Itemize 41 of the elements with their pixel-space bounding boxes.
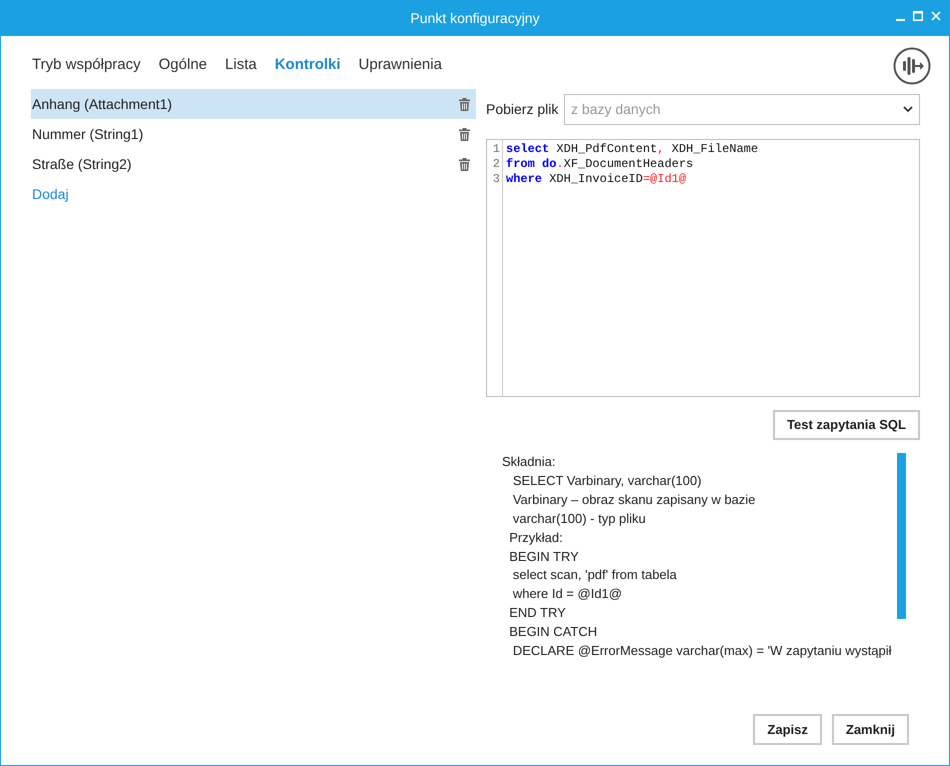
dialog-button[interactable]: Zamknij [832, 714, 909, 745]
help-text-line: SELECT Varbinary, varchar(100) [512, 472, 702, 490]
maximize-icon[interactable] [913, 11, 923, 21]
chevron-down-icon [903, 106, 913, 113]
help-text-line: select scan, 'pdf' from tabela [512, 566, 678, 584]
window-title: Punkt konfiguracyjny [410, 9, 540, 28]
help-text-line: where Id = @Id1@ [512, 585, 623, 604]
dialog-button[interactable]: Zapisz [753, 714, 822, 745]
tab[interactable]: Ogólne [158, 54, 208, 76]
item-label: Nummer (String1) [32, 124, 144, 144]
sql-editor[interactable]: 1 2 3 select XDH_PdfContent, XDH_FileName from do.XF_DocumentHeaders where XDH_InvoiceID=@Id1@ [486, 139, 920, 397]
help-text-line: Składnia: [502, 453, 556, 471]
export-icon[interactable] [893, 47, 931, 85]
trash-icon[interactable] [459, 98, 470, 110]
help-text-line: varchar(100) - typ pliku [512, 510, 647, 528]
test-sql-button[interactable]: Test zapytania SQL [773, 410, 920, 440]
line-number: 3 [492, 172, 500, 187]
item-label: Straße (String2) [32, 154, 132, 174]
field-label: Pobierz plik [486, 100, 560, 119]
tab[interactable]: Uprawnienia [358, 54, 442, 76]
item-label: Anhang (Attachment1) [32, 94, 172, 114]
line-number: 2 [492, 157, 500, 172]
trash-icon[interactable] [459, 158, 470, 170]
code-line: select XDH_PdfContent, XDH_FileName [506, 142, 758, 157]
scrollbar-thumb[interactable] [897, 453, 906, 619]
control-list-item[interactable]: Anhang (Attachment1) [31, 89, 476, 119]
close-icon[interactable] [931, 11, 941, 21]
help-text-line: Przykład: [508, 528, 564, 547]
tab[interactable]: Tryb współpracy [32, 54, 141, 76]
help-text-line: BEGIN TRY [508, 548, 580, 566]
tab[interactable]: Kontrolki [274, 54, 341, 76]
trash-icon[interactable] [459, 128, 470, 140]
help-text-line: BEGIN CATCH [508, 623, 598, 642]
code-line: where XDH_InvoiceID=@Id1@ [506, 172, 688, 187]
line-number: 1 [492, 142, 500, 157]
help-text-line: END TRY [508, 604, 567, 622]
add-link[interactable]: Dodaj [31, 179, 476, 209]
help-text-line: Varbinary – obraz skanu zapisany w bazie [512, 490, 756, 509]
code-line: from do.XF_DocumentHeaders [506, 157, 694, 172]
help-text-line: DECLARE @ErrorMessage varchar(max) = 'W zapytaniu wystąpił [512, 642, 893, 660]
tab[interactable]: Lista [225, 54, 257, 76]
